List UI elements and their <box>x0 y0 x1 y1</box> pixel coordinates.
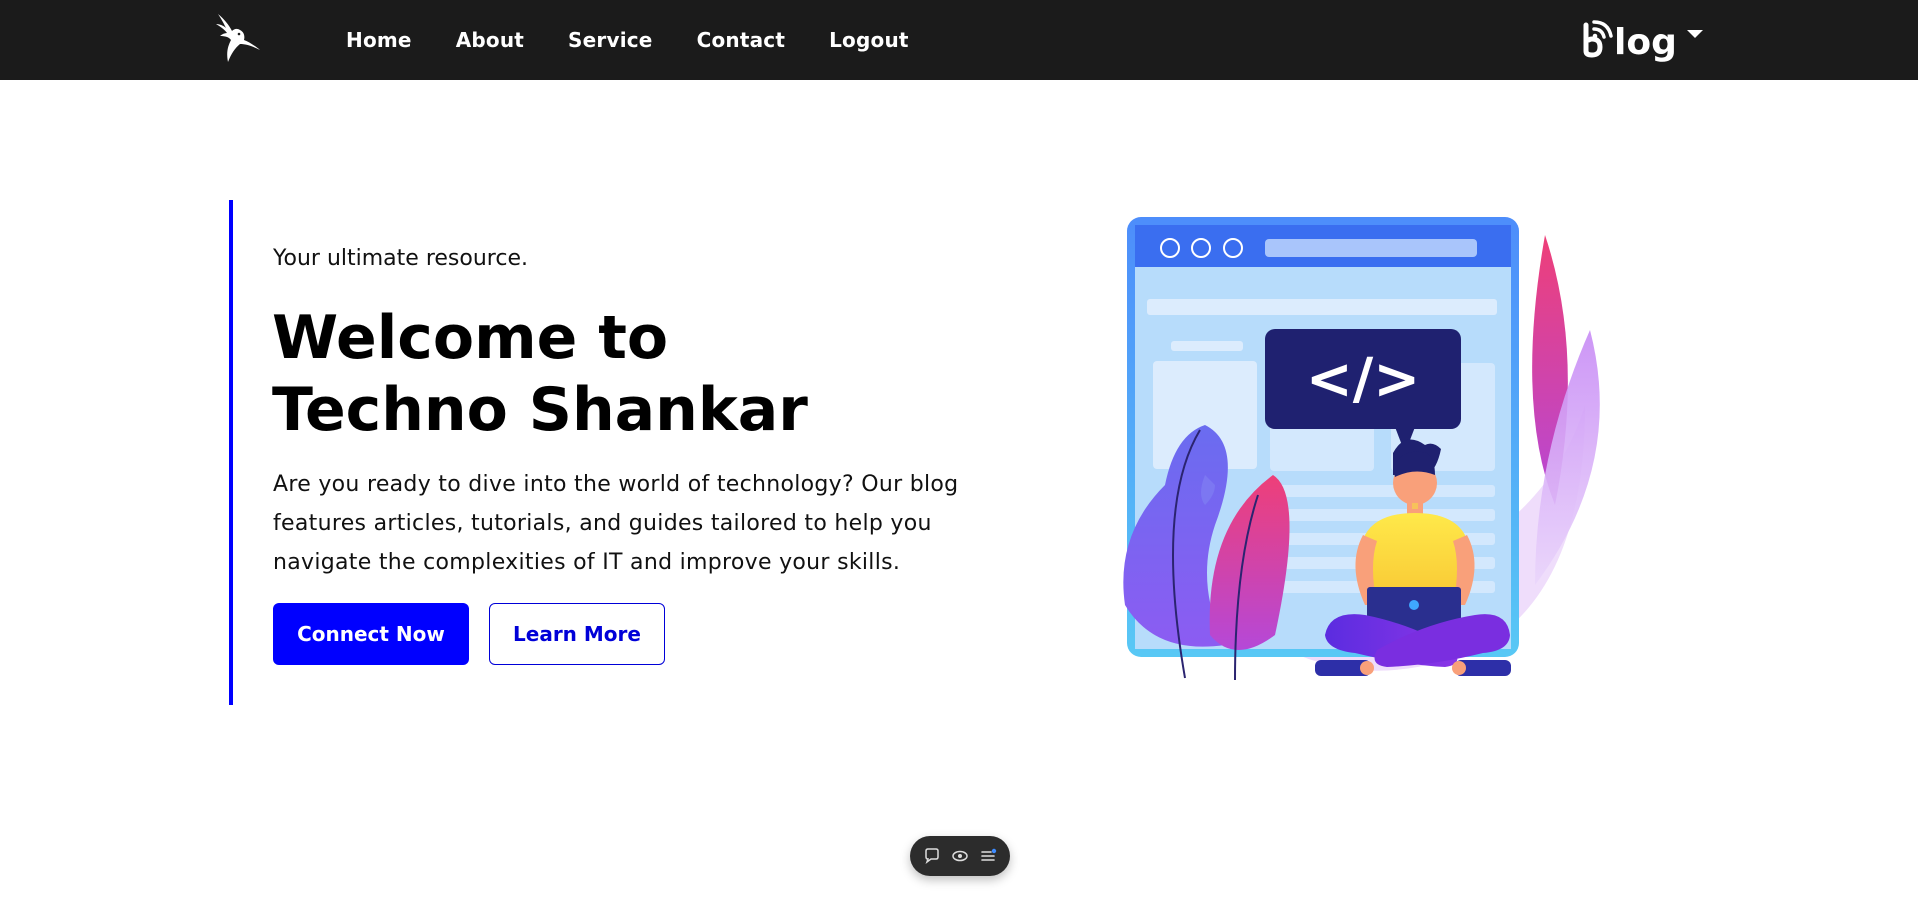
nav-home-link[interactable]: Home <box>346 28 412 52</box>
nav-contact-link[interactable]: Contact <box>697 28 786 52</box>
hummingbird-logo-icon[interactable] <box>208 10 268 70</box>
top-navbar: Home About Service Contact Logout log <box>0 0 1918 80</box>
brand-text: log <box>1614 21 1677 63</box>
hero-description: Are you ready to dive into the world of … <box>273 472 959 575</box>
hero-accent-bar <box>229 200 233 705</box>
developer-illustration: </> <box>1123 217 1600 681</box>
brand-dropdown[interactable]: log <box>1580 14 1703 64</box>
main-nav: Home About Service Contact Logout <box>346 0 953 80</box>
code-tag-text: </> <box>1306 347 1420 412</box>
eye-icon[interactable] <box>950 846 970 866</box>
learn-more-button[interactable]: Learn More <box>489 603 665 665</box>
list-icon[interactable] <box>978 846 998 866</box>
floating-toolbar <box>910 836 1010 876</box>
hero-eyebrow: Your ultimate resource. <box>273 246 528 271</box>
caret-down-icon <box>1686 30 1703 38</box>
connect-now-button[interactable]: Connect Now <box>273 603 469 665</box>
nav-about-link[interactable]: About <box>456 28 524 52</box>
comment-icon[interactable] <box>922 846 942 866</box>
b-wifi-icon <box>1583 20 1613 58</box>
nav-service-link[interactable]: Service <box>568 28 653 52</box>
nav-logout-link[interactable]: Logout <box>829 28 909 52</box>
hero-title: Welcome to Techno Shankar <box>272 303 808 445</box>
